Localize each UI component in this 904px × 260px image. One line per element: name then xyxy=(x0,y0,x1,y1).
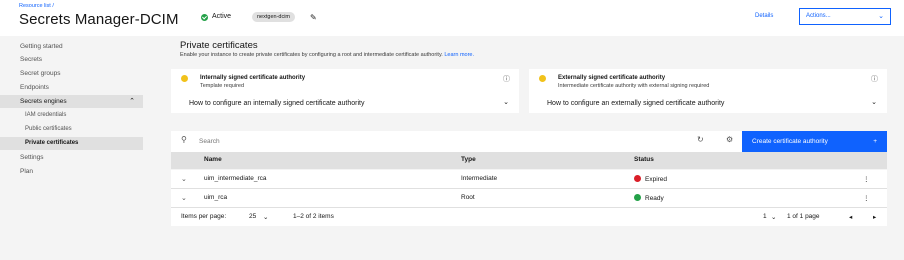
search-input[interactable] xyxy=(199,135,689,148)
item-range: 1–2 of 2 items xyxy=(293,213,334,220)
section-title: Private certificates xyxy=(180,40,258,51)
table-header: Name Type Status xyxy=(171,152,887,169)
gear-icon[interactable]: ⚙ xyxy=(726,135,733,144)
sidebar-item-label: Secrets engines xyxy=(20,98,67,105)
sidebar-item-label: Settings xyxy=(20,154,44,161)
breadcrumb: Resource list / xyxy=(19,3,54,9)
how-to-accordion[interactable]: How to configure an internally signed ce… xyxy=(189,100,364,107)
add-icon: + xyxy=(873,138,877,145)
warning-icon xyxy=(539,75,546,82)
sidebar-item-label: Private certificates xyxy=(25,140,79,146)
sidebar-item-secrets-engines[interactable]: Secrets engines ⌃ xyxy=(0,95,143,108)
pagination: Items per page: 25 ⌄ 1–2 of 2 items 1 ⌄ … xyxy=(171,208,887,226)
external-ca-tile: Externally signed certificate authority … xyxy=(529,69,887,113)
status-text: Expired xyxy=(645,176,668,183)
caret-right-icon[interactable]: ▸ xyxy=(873,213,876,221)
sidebar-item-secret-groups[interactable]: Secret groups xyxy=(0,67,143,80)
sidebar-item-label: Plan xyxy=(20,168,34,175)
checkmark-filled-icon xyxy=(201,14,208,21)
how-to-accordion[interactable]: How to configure an externally signed ce… xyxy=(547,100,724,107)
breadcrumb-resource-list[interactable]: Resource list xyxy=(19,3,51,9)
cell-type: Root xyxy=(461,194,475,201)
tile-subtitle: Template required xyxy=(200,83,245,89)
column-header-type[interactable]: Type xyxy=(461,156,476,163)
refresh-icon[interactable]: ↻ xyxy=(697,135,704,144)
cell-status: Expired xyxy=(634,175,667,183)
table-toolbar: ⚲ ↻ ⚙ Create certificate authority + xyxy=(171,131,887,152)
sidebar-item-iam-credentials[interactable]: IAM credentials xyxy=(0,109,143,122)
information-icon[interactable]: ⓘ xyxy=(503,74,510,84)
chevron-up-icon: ⌃ xyxy=(129,98,135,105)
chevron-down-icon[interactable]: ⌄ xyxy=(871,98,877,106)
table-row[interactable]: ⌄ uim_rca Root Ready ⋮ xyxy=(171,189,887,208)
cell-type: Intermediate xyxy=(461,175,498,182)
sidebar-item-plan[interactable]: Plan xyxy=(0,165,143,178)
edit-icon[interactable]: ✎ xyxy=(310,13,317,22)
warning-icon xyxy=(181,75,188,82)
sidebar-item-label: Getting started xyxy=(20,43,63,50)
internal-ca-tile: Internally signed certificate authority … xyxy=(171,69,519,113)
actions-label: Actions... xyxy=(806,13,831,19)
learn-more-link[interactable]: Learn more. xyxy=(444,52,474,58)
search-icon: ⚲ xyxy=(181,135,187,144)
actions-dropdown[interactable]: Actions... ⌄ xyxy=(799,8,891,25)
items-per-page-select[interactable]: 25 xyxy=(249,213,256,220)
sidebar-item-label: Secrets xyxy=(20,56,43,63)
chevron-down-icon[interactable]: ⌄ xyxy=(263,213,268,221)
sidebar-item-settings[interactable]: Settings xyxy=(0,151,143,164)
status-label: Active xyxy=(212,13,232,20)
caret-left-icon[interactable]: ◂ xyxy=(849,213,852,221)
cell-name: uim_rca xyxy=(204,194,228,201)
create-button-label: Create certificate authority xyxy=(752,138,828,145)
breadcrumb-separator: / xyxy=(52,3,54,9)
sidebar-item-public-certificates[interactable]: Public certificates xyxy=(0,123,143,136)
sidebar-item-secrets[interactable]: Secrets xyxy=(0,53,143,66)
status-text: Ready xyxy=(645,195,664,202)
page-count: 1 of 1 page xyxy=(787,213,820,220)
column-header-name[interactable]: Name xyxy=(204,156,222,163)
tile-subtitle: Intermediate certificate authority with … xyxy=(558,83,710,89)
chevron-down-icon[interactable]: ⌄ xyxy=(503,98,509,106)
create-certificate-authority-button[interactable]: Create certificate authority + xyxy=(742,131,887,152)
sidebar-item-label: Public certificates xyxy=(25,126,72,132)
chevron-down-icon[interactable]: ⌄ xyxy=(181,175,187,183)
sidebar-item-getting-started[interactable]: Getting started xyxy=(0,40,143,53)
sidebar-item-label: IAM credentials xyxy=(25,112,67,118)
error-icon xyxy=(634,175,641,182)
cell-status: Ready xyxy=(634,194,664,202)
cell-name: uim_intermediate_rca xyxy=(204,175,267,182)
chevron-down-icon[interactable]: ⌄ xyxy=(181,194,187,202)
page-title: Secrets Manager-DCIM xyxy=(19,11,179,28)
chevron-down-icon[interactable]: ⌄ xyxy=(771,213,776,221)
sidebar-item-label: Endpoints xyxy=(20,84,49,91)
items-per-page-label: Items per page: xyxy=(181,213,227,220)
tile-title: Externally signed certificate authority xyxy=(558,75,666,81)
column-header-status[interactable]: Status xyxy=(634,156,654,163)
information-icon[interactable]: ⓘ xyxy=(871,74,878,84)
table-row[interactable]: ⌄ uim_intermediate_rca Intermediate Expi… xyxy=(171,170,887,189)
description-text: Enable your instance to create private c… xyxy=(180,52,443,58)
sidebar-item-private-certificates[interactable]: Private certificates xyxy=(0,137,143,150)
details-link[interactable]: Details xyxy=(755,13,773,19)
overflow-menu-icon[interactable]: ⋮ xyxy=(863,175,870,183)
page-header: Resource list / Secrets Manager-DCIM Act… xyxy=(0,0,904,36)
section-description: Enable your instance to create private c… xyxy=(180,52,474,58)
chevron-down-icon: ⌄ xyxy=(878,13,884,20)
checkmark-filled-icon xyxy=(634,194,641,201)
tile-title: Internally signed certificate authority xyxy=(200,75,306,81)
page-select[interactable]: 1 xyxy=(763,213,767,220)
sidebar-item-endpoints[interactable]: Endpoints xyxy=(0,81,143,94)
instance-tag[interactable]: nextgen-dcim xyxy=(252,12,296,22)
overflow-menu-icon[interactable]: ⋮ xyxy=(863,194,870,202)
sidebar-item-label: Secret groups xyxy=(20,70,61,77)
